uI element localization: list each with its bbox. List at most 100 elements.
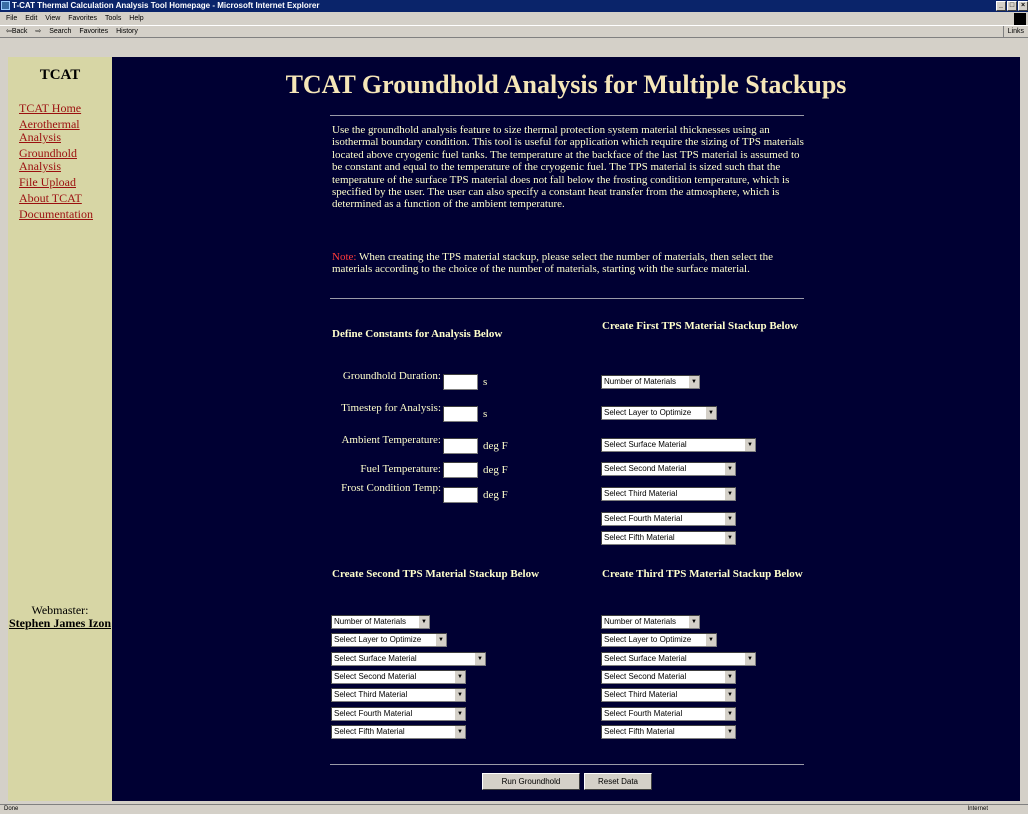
stack3-heading: Create Third TPS Material Stackup Below <box>602 568 803 580</box>
stack1-heading: Create First TPS Material Stackup Below <box>602 320 799 332</box>
chevron-down-icon: ▼ <box>454 689 465 701</box>
chevron-down-icon: ▼ <box>724 513 735 525</box>
sidebar-item-groundhold-analysis[interactable]: Groundhold Analysis <box>19 147 112 173</box>
stack3-number-of-materials-select[interactable]: Number of Materials ▼ <box>601 615 700 629</box>
chevron-down-icon: ▼ <box>724 463 735 475</box>
groundhold-duration-input[interactable] <box>443 374 478 390</box>
chevron-down-icon: ▼ <box>418 616 429 628</box>
chevron-down-icon: ▼ <box>724 532 735 544</box>
note-body: When creating the TPS material stackup, … <box>332 251 773 276</box>
chevron-down-icon: ▼ <box>688 616 699 628</box>
main-content: TCAT Groundhold Analysis for Multiple St… <box>112 57 1020 801</box>
ambient-temperature-input[interactable] <box>443 438 478 454</box>
stack1-fourth-material-select[interactable]: Select Fourth Material ▼ <box>601 512 736 526</box>
chevron-down-icon: ▼ <box>724 671 735 683</box>
stack2-number-of-materials-select[interactable]: Number of Materials ▼ <box>331 615 430 629</box>
stack3-surface-material-select[interactable]: Select Surface Material ▼ <box>601 652 756 666</box>
chevron-down-icon: ▼ <box>724 708 735 720</box>
browser-toolbar: ⇦Back ⇨ Search Favorites History <box>0 26 1028 38</box>
chevron-down-icon: ▼ <box>454 671 465 683</box>
page-title: TCAT Groundhold Analysis for Multiple St… <box>285 70 847 99</box>
sidebar-item-documentation[interactable]: Documentation <box>19 208 112 221</box>
history-button[interactable]: History <box>116 28 138 35</box>
timestep-unit: s <box>483 408 488 420</box>
stack1-layer-to-optimize-select[interactable]: Select Layer to Optimize ▼ <box>601 406 717 420</box>
note-text: Note: When creating the TPS material sta… <box>332 251 804 276</box>
groundhold-duration-unit: s <box>483 376 488 388</box>
menu-help[interactable]: Help <box>129 15 143 22</box>
stack2-surface-material-select[interactable]: Select Surface Material ▼ <box>331 652 486 666</box>
sidebar-item-aerothermal-analysis[interactable]: Aerothermal Analysis <box>19 118 112 144</box>
chevron-down-icon: ▼ <box>435 634 446 646</box>
fuel-temperature-unit: deg F <box>483 464 508 476</box>
timestep-input[interactable] <box>443 406 478 422</box>
intro-text: Use the groundhold analysis feature to s… <box>332 124 804 211</box>
search-button[interactable]: Search <box>49 28 71 35</box>
stack1-fifth-material-select[interactable]: Select Fifth Material ▼ <box>601 531 736 545</box>
stack2-fifth-material-select[interactable]: Select Fifth Material ▼ <box>331 725 466 739</box>
sidebar-item-tcat-home[interactable]: TCAT Home <box>19 102 112 115</box>
back-button[interactable]: ⇦Back <box>6 28 27 35</box>
chevron-down-icon: ▼ <box>724 726 735 738</box>
groundhold-duration-label: Groundhold Duration: <box>342 370 441 382</box>
stack2-fourth-material-select[interactable]: Select Fourth Material ▼ <box>331 707 466 721</box>
stack2-third-material-select[interactable]: Select Third Material ▼ <box>331 688 466 702</box>
stack1-surface-material-select[interactable]: Select Surface Material ▼ <box>601 438 756 452</box>
window-title: T-CAT Thermal Calculation Analysis Tool … <box>12 1 320 10</box>
menu-tools[interactable]: Tools <box>105 15 121 22</box>
sidebar-item-file-upload[interactable]: File Upload <box>19 176 112 189</box>
chevron-down-icon: ▼ <box>454 726 465 738</box>
frost-condition-unit: deg F <box>483 489 508 501</box>
links-bar[interactable]: Links <box>1002 26 1024 38</box>
chevron-down-icon: ▼ <box>688 376 699 388</box>
windows-logo-icon <box>1014 13 1026 25</box>
chevron-down-icon: ▼ <box>744 653 755 665</box>
minimize-button[interactable]: _ <box>996 1 1006 11</box>
frost-condition-input[interactable] <box>443 487 478 503</box>
chevron-down-icon: ▼ <box>474 653 485 665</box>
forward-button[interactable]: ⇨ <box>35 28 41 35</box>
webmaster-link[interactable]: Stephen James Izon <box>9 616 111 630</box>
stack3-fifth-material-select[interactable]: Select Fifth Material ▼ <box>601 725 736 739</box>
stack2-heading: Create Second TPS Material Stackup Below <box>332 568 540 580</box>
close-button[interactable]: × <box>1018 1 1028 11</box>
stack3-second-material-select[interactable]: Select Second Material ▼ <box>601 670 736 684</box>
stack3-fourth-material-select[interactable]: Select Fourth Material ▼ <box>601 707 736 721</box>
stack3-layer-to-optimize-select[interactable]: Select Layer to Optimize ▼ <box>601 633 717 647</box>
stack2-layer-to-optimize-select[interactable]: Select Layer to Optimize ▼ <box>331 633 447 647</box>
menu-favorites[interactable]: Favorites <box>68 15 97 22</box>
sidebar-nav: TCAT Home Aerothermal Analysis Groundhol… <box>8 102 112 221</box>
fuel-temperature-label: Fuel Temperature: <box>360 463 441 475</box>
timestep-label: Timestep for Analysis: <box>341 402 441 414</box>
ambient-temperature-unit: deg F <box>483 440 508 452</box>
maximize-button[interactable]: □ <box>1007 1 1017 11</box>
stack3-third-material-select[interactable]: Select Third Material ▼ <box>601 688 736 702</box>
frost-condition-label: Frost Condition Temp: <box>341 482 441 494</box>
chevron-down-icon: ▼ <box>705 407 716 419</box>
constants-heading: Define Constants for Analysis Below <box>332 328 503 340</box>
divider <box>330 298 804 299</box>
menu-file[interactable]: File <box>6 15 17 22</box>
run-groundhold-button[interactable]: Run Groundhold <box>482 773 580 790</box>
divider <box>330 115 804 116</box>
chevron-down-icon: ▼ <box>454 708 465 720</box>
favorites-button[interactable]: Favorites <box>79 28 108 35</box>
menu-view[interactable]: View <box>45 15 60 22</box>
stack1-third-material-select[interactable]: Select Third Material ▼ <box>601 487 736 501</box>
ie-logo-icon <box>1 1 10 10</box>
menu-edit[interactable]: Edit <box>25 15 37 22</box>
stack1-number-of-materials-select[interactable]: Number of Materials ▼ <box>601 375 700 389</box>
chevron-down-icon: ▼ <box>705 634 716 646</box>
divider <box>330 764 804 765</box>
sidebar-brand: TCAT <box>39 67 81 83</box>
stack2-second-material-select[interactable]: Select Second Material ▼ <box>331 670 466 684</box>
window-titlebar: T-CAT Thermal Calculation Analysis Tool … <box>0 0 1028 12</box>
reset-data-button[interactable]: Reset Data <box>584 773 652 790</box>
menu-bar: File Edit View Favorites Tools Help <box>0 12 1028 26</box>
fuel-temperature-input[interactable] <box>443 462 478 478</box>
stack1-second-material-select[interactable]: Select Second Material ▼ <box>601 462 736 476</box>
chevron-down-icon: ▼ <box>724 488 735 500</box>
sidebar-item-about-tcat[interactable]: About TCAT <box>19 192 112 205</box>
ambient-temperature-label: Ambient Temperature: <box>341 434 441 446</box>
chevron-down-icon: ▼ <box>744 439 755 451</box>
